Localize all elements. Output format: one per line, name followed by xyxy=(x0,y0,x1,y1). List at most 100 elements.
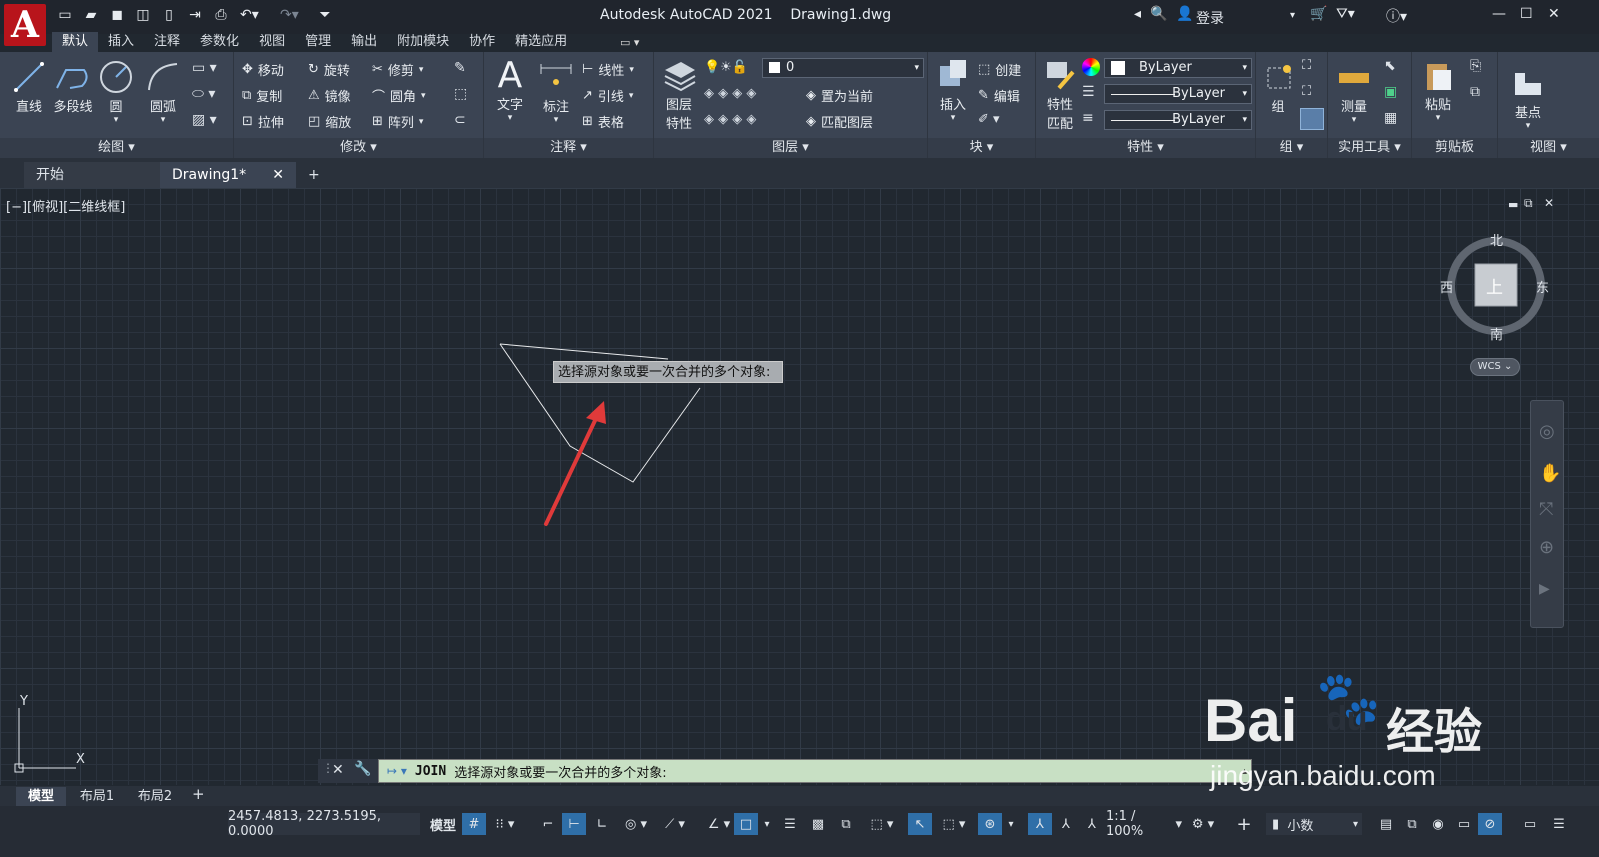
wcs-menu-button[interactable]: WCS ⌄ xyxy=(1470,358,1520,376)
layer-tools-row1-icons[interactable]: ◈ ◈ ◈ ◈ xyxy=(704,86,756,101)
insert-button[interactable]: 插入 ▾ xyxy=(932,56,974,123)
ortho-icon[interactable]: ∟ xyxy=(590,813,614,835)
new-file-icon[interactable]: ▭ xyxy=(56,6,74,24)
line-button[interactable]: 直线 xyxy=(6,58,52,115)
search-arrow-icon[interactable]: ◂ xyxy=(1134,6,1141,22)
block-attribute-icon[interactable]: ✐ ▾ xyxy=(978,112,1000,127)
ribbon-tab-1[interactable]: 插入 xyxy=(98,32,144,52)
ribbon-tab-0[interactable]: 默认 xyxy=(52,32,99,52)
scale-button[interactable]: ◰ 缩放 xyxy=(308,112,351,131)
make-current-button[interactable]: ◈ 置为当前 xyxy=(806,86,873,105)
dynamic-ucs-icon[interactable]: ↖ xyxy=(908,813,932,835)
stretch-button[interactable]: ⊡ 拉伸 xyxy=(242,112,284,131)
selection-filter-icon[interactable]: ⬚ ▾ xyxy=(934,813,974,835)
dynamic-input-icon[interactable]: ⊢ xyxy=(562,813,586,835)
object-snap-tracking-icon[interactable]: ∠ ▾ xyxy=(704,813,734,835)
circle-button[interactable]: 圆 ▾ xyxy=(96,58,136,125)
arc-button[interactable]: 圆弧 ▾ xyxy=(140,58,186,125)
new-layout-icon[interactable]: + xyxy=(192,785,205,803)
snap-mode-icon[interactable]: ⁝⁝ ▾ xyxy=(490,813,520,835)
linear-button[interactable]: ⊢ 线性 ▾ xyxy=(582,60,634,79)
ribbon-tab-5[interactable]: 管理 xyxy=(295,32,341,52)
move-button[interactable]: ✥ 移动 xyxy=(242,60,284,79)
base-view-button[interactable]: 基点 ▾ xyxy=(1506,64,1550,131)
panel-utilities-title[interactable]: 实用工具 ▾ xyxy=(1328,138,1411,158)
tab-layout2[interactable]: 布局2 xyxy=(128,787,182,806)
panel-view-title[interactable]: 视图 ▾ xyxy=(1498,138,1599,158)
panel-layers-title[interactable]: 图层 ▾ xyxy=(654,138,927,158)
isodraft-icon[interactable]: ⟋ ▾ xyxy=(660,813,690,835)
close-icon[interactable]: ✕ xyxy=(1548,6,1560,22)
help-icon[interactable]: ⓘ▾ xyxy=(1386,6,1407,26)
paste-button[interactable]: 粘贴 ▾ xyxy=(1418,56,1458,123)
orbit-icon[interactable]: ⊕ xyxy=(1539,537,1554,558)
coordinates-readout[interactable]: 2457.4813, 2273.5195, 0.0000 xyxy=(228,809,420,839)
save-icon[interactable]: ◼ xyxy=(108,6,126,24)
workspace-gear-icon[interactable]: ⚙ ▾ xyxy=(1188,813,1218,835)
viewcube[interactable]: 北 南 东 西 上 xyxy=(1440,232,1552,344)
layer-properties-button[interactable]: 图层 特性 xyxy=(658,56,700,132)
compass-east[interactable]: 东 xyxy=(1536,277,1549,296)
lineweight-dropdown[interactable]: ByLayer ▾ xyxy=(1104,110,1252,130)
new-tab-icon[interactable]: + xyxy=(300,162,328,188)
dimension-button[interactable]: 标注 ▾ xyxy=(534,58,578,125)
trim-button[interactable]: ✂ 修剪 ▾ xyxy=(372,60,423,79)
fillet-button[interactable]: ⌒ 圆角 ▾ xyxy=(372,86,426,105)
customization-icon[interactable]: ☰ xyxy=(1544,813,1574,835)
undo-icon[interactable]: ↶▾ xyxy=(240,6,259,24)
command-customize-icon[interactable]: 🔧 xyxy=(354,761,371,777)
edit-block-button[interactable]: ✎ 编辑 xyxy=(978,86,1020,105)
quick-properties-icon[interactable]: ▤ xyxy=(1374,813,1398,835)
3d-osnap-icon[interactable]: ⬚ ▾ xyxy=(862,813,902,835)
object-snap-icon[interactable]: □ xyxy=(734,813,758,835)
tab-close-icon[interactable]: ✕ xyxy=(272,162,284,188)
open-web-icon[interactable]: ▯ xyxy=(160,6,178,24)
autodesk-app-icon[interactable]: ⛛▾ xyxy=(1336,6,1355,22)
text-button[interactable]: A 文字 ▾ xyxy=(490,55,530,124)
hatch-icon[interactable]: ▨ ▾ xyxy=(192,112,217,128)
ribbon-tab-8[interactable]: 协作 xyxy=(459,32,505,52)
cart-icon[interactable]: 🛒 xyxy=(1310,6,1327,22)
steering-wheel-icon[interactable]: ◎ xyxy=(1539,421,1555,442)
annotation-scale-dropdown[interactable]: 1:1 / 100% ▾ xyxy=(1106,809,1182,839)
annotation-scale-icon[interactable]: ⅄ xyxy=(1080,813,1104,835)
tab-start[interactable]: 开始 xyxy=(24,162,160,188)
array-button[interactable]: ⊞ 阵列 ▾ xyxy=(372,112,423,131)
explode-icon[interactable]: ⬚ xyxy=(454,86,467,102)
group-edit-icon[interactable]: ⛶ xyxy=(1302,84,1311,99)
panel-properties-title[interactable]: 特性 ▾ xyxy=(1036,138,1255,158)
measure-button[interactable]: 测量 ▾ xyxy=(1334,58,1374,125)
qat-menu-icon[interactable]: ⏷ xyxy=(316,6,334,24)
polar-tracking-icon[interactable]: ◎ ▾ xyxy=(616,813,656,835)
search-icon[interactable]: 🔍 xyxy=(1150,6,1167,22)
command-recent-icon[interactable]: ↦ ▾ xyxy=(387,764,407,778)
ribbon-tab-4[interactable]: 视图 xyxy=(249,32,295,52)
lineweight-display-icon[interactable]: ☰ xyxy=(778,813,802,835)
pan-icon[interactable]: ✋ xyxy=(1539,463,1561,484)
command-close-icon[interactable]: ✕ xyxy=(332,762,344,778)
zoom-extents-icon[interactable]: ⤧ xyxy=(1539,499,1553,520)
viewcube-top-face[interactable]: 上 xyxy=(1486,273,1503,298)
compass-west[interactable]: 西 xyxy=(1440,277,1453,296)
panel-annotation-title[interactable]: 注释 ▾ xyxy=(484,138,653,158)
tab-drawing1[interactable]: Drawing1* ✕ xyxy=(160,162,296,188)
ribbon-tab-2[interactable]: 注释 xyxy=(144,32,190,52)
match-layer-button[interactable]: ◈ 匹配图层 xyxy=(806,112,873,131)
quick-select-icon[interactable]: ⬉ xyxy=(1384,58,1396,74)
panel-modify-title[interactable]: 修改 ▾ xyxy=(234,138,483,158)
table-button[interactable]: ⊞ 表格 xyxy=(582,112,624,131)
cut-icon[interactable]: ⎘ xyxy=(1470,58,1481,74)
user-icon[interactable]: 👤 xyxy=(1176,6,1193,22)
rotate-button[interactable]: ↻ 旋转 xyxy=(308,60,350,79)
compass-south[interactable]: 南 xyxy=(1490,324,1503,343)
tab-model[interactable]: 模型 xyxy=(16,787,66,806)
color-wheel-icon[interactable] xyxy=(1082,58,1100,76)
group-select-icon[interactable] xyxy=(1300,108,1324,130)
panel-groups-title[interactable]: 组 ▾ xyxy=(1256,138,1327,158)
group-button[interactable]: 组 xyxy=(1260,58,1296,115)
plot-icon[interactable]: ⎙ xyxy=(212,6,230,24)
clean-screen-icon[interactable]: ▭ xyxy=(1518,813,1542,835)
layer-dropdown[interactable]: 0 ▾ xyxy=(762,58,924,78)
leader-button[interactable]: ↗ 引线 ▾ xyxy=(582,86,633,105)
layer-tools-row2-icons[interactable]: ◈ ◈ ◈ ◈ xyxy=(704,112,756,127)
